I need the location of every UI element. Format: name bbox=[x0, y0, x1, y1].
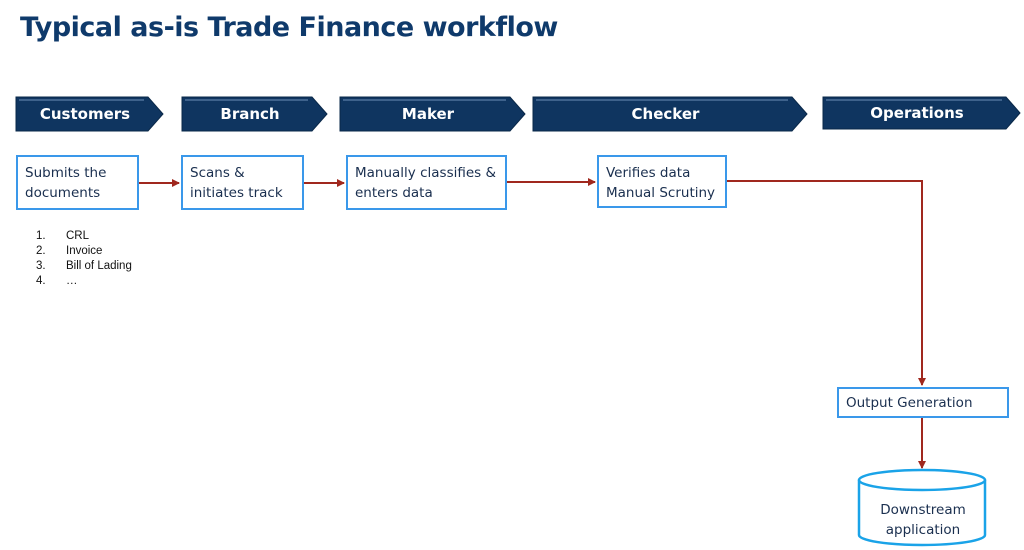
step-text-line2: enters data bbox=[355, 185, 433, 201]
step-text-line1: Output Generation bbox=[846, 395, 973, 411]
downstream-application-label: Downstream application bbox=[880, 502, 966, 538]
step-output-generation: Output Generation bbox=[837, 387, 1009, 418]
step-text-line1: Manually classifies & bbox=[355, 165, 497, 181]
step-text-line1: Scans & bbox=[190, 165, 245, 181]
step-text-line2: Manual Scrutiny bbox=[606, 185, 716, 201]
step-branch-scans: Scans & initiates track bbox=[181, 155, 304, 210]
step-maker-classifies: Manually classifies & enters data bbox=[346, 155, 507, 210]
documents-list: 1. CRL 2. Invoice 3. Bill of Lading 4.… bbox=[36, 229, 132, 289]
step-customers-submits: Submits the documents bbox=[16, 155, 139, 210]
step-checker-verifies: Verifies data Manual Scrutiny bbox=[597, 155, 727, 208]
list-item: 1. CRL bbox=[36, 230, 90, 242]
list-item: 4.… bbox=[36, 275, 78, 287]
list-item: 2. Invoice bbox=[36, 245, 103, 257]
step-text-line2: initiates track bbox=[190, 185, 283, 201]
list-item: 3. Bill of Lading bbox=[36, 260, 132, 272]
step-text-line1: Submits the bbox=[25, 165, 107, 181]
step-text-line1: Verifies data bbox=[606, 165, 691, 181]
arrow-checker-to-output bbox=[727, 180, 926, 386]
connectors bbox=[139, 178, 987, 547]
step-text-line2: documents bbox=[25, 185, 101, 201]
